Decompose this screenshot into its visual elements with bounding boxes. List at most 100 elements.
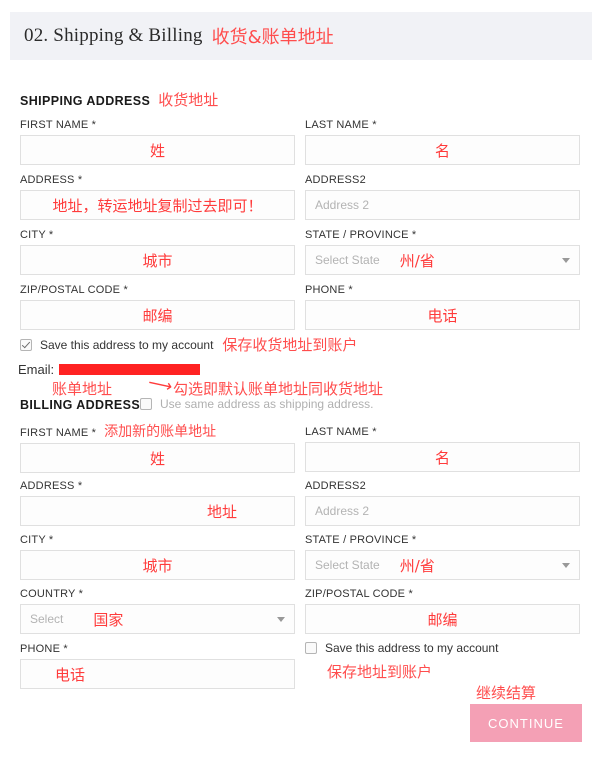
billing-address-heading: BILLING ADDRESS [20, 398, 140, 412]
account-email-row: Email: [18, 362, 201, 377]
same-address-annotation: 勾选即默认账单地址同收货地址 [173, 380, 384, 398]
billing-city-label: CITY * [20, 534, 54, 546]
shipping-state-field: STATE / PROVINCE * Select State 州/省 [305, 228, 580, 275]
billing-same-as-shipping-checkbox[interactable] [140, 398, 152, 410]
shipping-save-address-annotation: 保存收货地址到账户 [222, 336, 358, 354]
shipping-address-heading: SHIPPING ADDRESS 收货地址 [20, 89, 218, 110]
billing-address2-field: ADDRESS2 Address 2 [305, 479, 580, 526]
billing-first-name-label-text: FIRST NAME * [20, 427, 97, 439]
billing-last-name-input[interactable]: 名 [305, 442, 580, 472]
shipping-address2-field: ADDRESS2 Address 2 [305, 173, 580, 220]
section-title: 02. Shipping & Billing [24, 25, 203, 46]
billing-last-name-field: LAST NAME * 名 [305, 425, 580, 472]
billing-save-address-row[interactable]: Save this address to my account [305, 641, 498, 655]
billing-state-placeholder: Select State [315, 558, 380, 572]
chevron-down-icon[interactable] [562, 563, 570, 568]
section-header: 02. Shipping & Billing 收货&账单地址 [10, 12, 592, 60]
billing-state-label: STATE / PROVINCE * [305, 534, 417, 546]
billing-first-name-input[interactable]: 姓 [20, 443, 295, 473]
shipping-zip-input[interactable]: 邮编 [20, 300, 295, 330]
billing-address2-input[interactable]: Address 2 [305, 496, 580, 526]
billing-zip-field: ZIP/POSTAL CODE * 邮编 [305, 587, 580, 634]
billing-zip-input[interactable]: 邮编 [305, 604, 580, 634]
shipping-first-name-label: FIRST NAME * [20, 119, 97, 131]
shipping-address-input[interactable]: 地址，转运地址复制过去即可！ [20, 190, 295, 220]
shipping-phone-value: 电话 [427, 306, 458, 325]
billing-phone-input[interactable]: 电话 [20, 659, 295, 689]
billing-last-name-label: LAST NAME * [305, 426, 377, 438]
shipping-zip-field: ZIP/POSTAL CODE * 邮编 [20, 283, 295, 330]
shipping-first-name-input[interactable]: 姓 [20, 135, 295, 165]
billing-address-heading-text: BILLING ADDRESS [20, 398, 141, 412]
shipping-address2-input[interactable]: Address 2 [305, 190, 580, 220]
billing-city-field: CITY * 城市 [20, 533, 295, 580]
billing-zip-label: ZIP/POSTAL CODE * [305, 588, 413, 600]
billing-same-as-shipping-label: Use same address as shipping address. [160, 397, 374, 411]
shipping-last-name-input[interactable]: 名 [305, 135, 580, 165]
billing-first-name-field: FIRST NAME * 添加新的账单地址 姓 [20, 425, 295, 473]
red-arrow-annotation-icon: ⟶ [146, 372, 175, 397]
billing-phone-value: 电话 [55, 665, 86, 684]
shipping-save-address-row[interactable]: Save this address to my account 保存收货地址到账… [20, 334, 357, 355]
shipping-phone-field: PHONE * 电话 [305, 283, 580, 330]
billing-address-input[interactable]: 地址 [20, 496, 295, 526]
shipping-address2-placeholder: Address 2 [315, 198, 370, 212]
billing-save-address-label: Save this address to my account [325, 641, 499, 655]
shipping-state-label: STATE / PROVINCE * [305, 229, 417, 241]
shipping-address-heading-annotation: 收货地址 [158, 91, 219, 109]
shipping-zip-value: 邮编 [142, 306, 173, 325]
shipping-address-label: ADDRESS * [20, 174, 83, 186]
shipping-zip-label: ZIP/POSTAL CODE * [20, 284, 128, 296]
redacted-email-value [59, 364, 201, 375]
billing-address-value: 地址 [206, 502, 237, 521]
shipping-last-name-value: 名 [434, 141, 450, 160]
chevron-down-icon[interactable] [277, 617, 285, 622]
billing-country-label: COUNTRY * [20, 588, 84, 600]
shipping-save-address-checkbox[interactable] [20, 338, 32, 351]
shipping-save-address-label: Save this address to my account [40, 337, 214, 352]
billing-address-annotation: 账单地址 [52, 380, 113, 398]
shipping-address-heading-text: SHIPPING ADDRESS [20, 94, 151, 108]
billing-address-label: ADDRESS * [20, 480, 83, 492]
billing-zip-value: 邮编 [427, 610, 458, 629]
billing-last-name-value: 名 [434, 448, 450, 467]
billing-save-address-checkbox[interactable] [305, 642, 317, 654]
shipping-first-name-field: FIRST NAME * 姓 [20, 118, 295, 165]
shipping-city-value: 城市 [142, 251, 173, 270]
shipping-phone-input[interactable]: 电话 [305, 300, 580, 330]
shipping-phone-label: PHONE * [305, 284, 353, 296]
section-title-annotation: 收货&账单地址 [211, 27, 334, 48]
billing-address-field: ADDRESS * 地址 [20, 479, 295, 526]
billing-state-annotation: 州/省 [399, 556, 435, 575]
billing-city-input[interactable]: 城市 [20, 550, 295, 580]
billing-first-name-value: 姓 [149, 449, 165, 468]
continue-annotation: 继续结算 [476, 684, 537, 702]
shipping-state-select[interactable]: Select State 州/省 [305, 245, 580, 275]
billing-same-as-shipping-row[interactable]: Use same address as shipping address. [140, 397, 373, 411]
billing-phone-label: PHONE * [20, 643, 68, 655]
billing-save-address-annotation: 保存地址到账户 [327, 663, 433, 681]
billing-country-placeholder: Select [30, 612, 64, 626]
billing-city-value: 城市 [142, 556, 173, 575]
billing-state-field: STATE / PROVINCE * Select State 州/省 [305, 533, 580, 580]
shipping-last-name-field: LAST NAME * 名 [305, 118, 580, 165]
billing-country-annotation: 国家 [93, 610, 124, 629]
shipping-state-placeholder: Select State [315, 253, 380, 267]
billing-state-select[interactable]: Select State 州/省 [305, 550, 580, 580]
shipping-address2-label: ADDRESS2 [305, 174, 366, 186]
shipping-city-field: CITY * 城市 [20, 228, 295, 275]
continue-button[interactable]: CONTINUE [470, 704, 582, 742]
billing-country-select[interactable]: Select 国家 [20, 604, 295, 634]
checkout-shipping-billing-page: 02. Shipping & Billing 收货&账单地址 SHIPPING … [0, 0, 602, 761]
billing-address2-placeholder: Address 2 [315, 504, 370, 518]
shipping-address-value: 地址，转运地址复制过去即可！ [52, 196, 263, 215]
shipping-last-name-label: LAST NAME * [305, 119, 377, 131]
shipping-city-label: CITY * [20, 229, 54, 241]
chevron-down-icon[interactable] [562, 258, 570, 263]
billing-phone-field: PHONE * 电话 [20, 642, 295, 689]
billing-address2-label: ADDRESS2 [305, 480, 366, 492]
shipping-address-field: ADDRESS * 地址，转运地址复制过去即可！ [20, 173, 295, 220]
billing-country-field: COUNTRY * Select 国家 [20, 587, 295, 634]
account-email-label: Email: [18, 362, 55, 377]
shipping-city-input[interactable]: 城市 [20, 245, 295, 275]
